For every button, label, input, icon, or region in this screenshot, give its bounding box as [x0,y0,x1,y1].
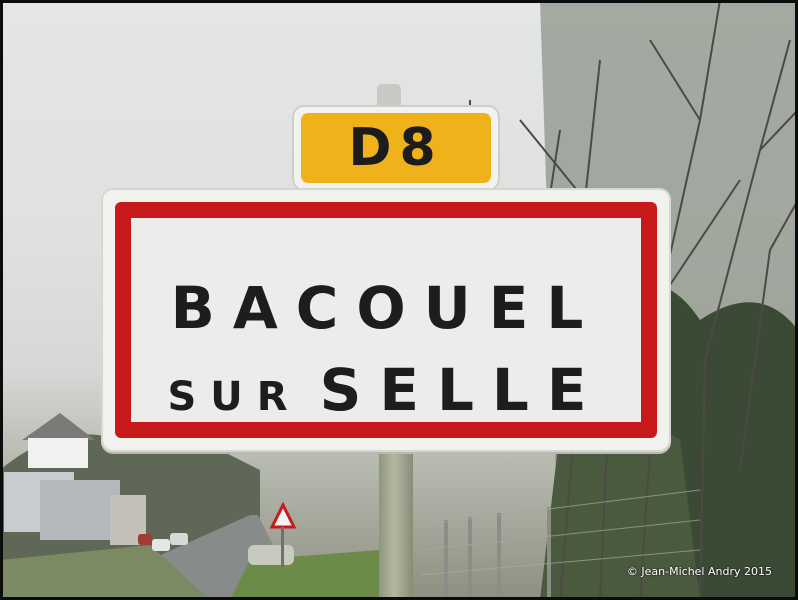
town-name-sur: SUR [167,374,302,420]
photo-credit: © Jean-Michel Andry 2015 [626,565,772,578]
car [138,534,152,545]
car [152,539,170,551]
route-number: D8 [301,113,491,183]
fence [444,507,551,600]
town-entry-sign: BACOUEL SUR SELLE [101,188,671,452]
sign-post [379,450,413,600]
town-name-line2: SUR SELLE [131,356,641,424]
town-name-line1: BACOUEL [170,274,602,342]
house-wall [28,438,88,468]
town-sign-border: BACOUEL SUR SELLE [115,202,657,438]
photo: D8 BACOUEL SUR SELLE © Jean-Michel Andry … [0,0,798,600]
building [40,480,120,540]
house-roof [22,413,95,440]
car [170,533,188,545]
warning-sign [269,501,297,529]
car [248,545,294,565]
town-name-selle: SELLE [319,356,605,424]
route-number-sign: D8 [292,105,500,191]
warning-sign-post [281,527,284,567]
